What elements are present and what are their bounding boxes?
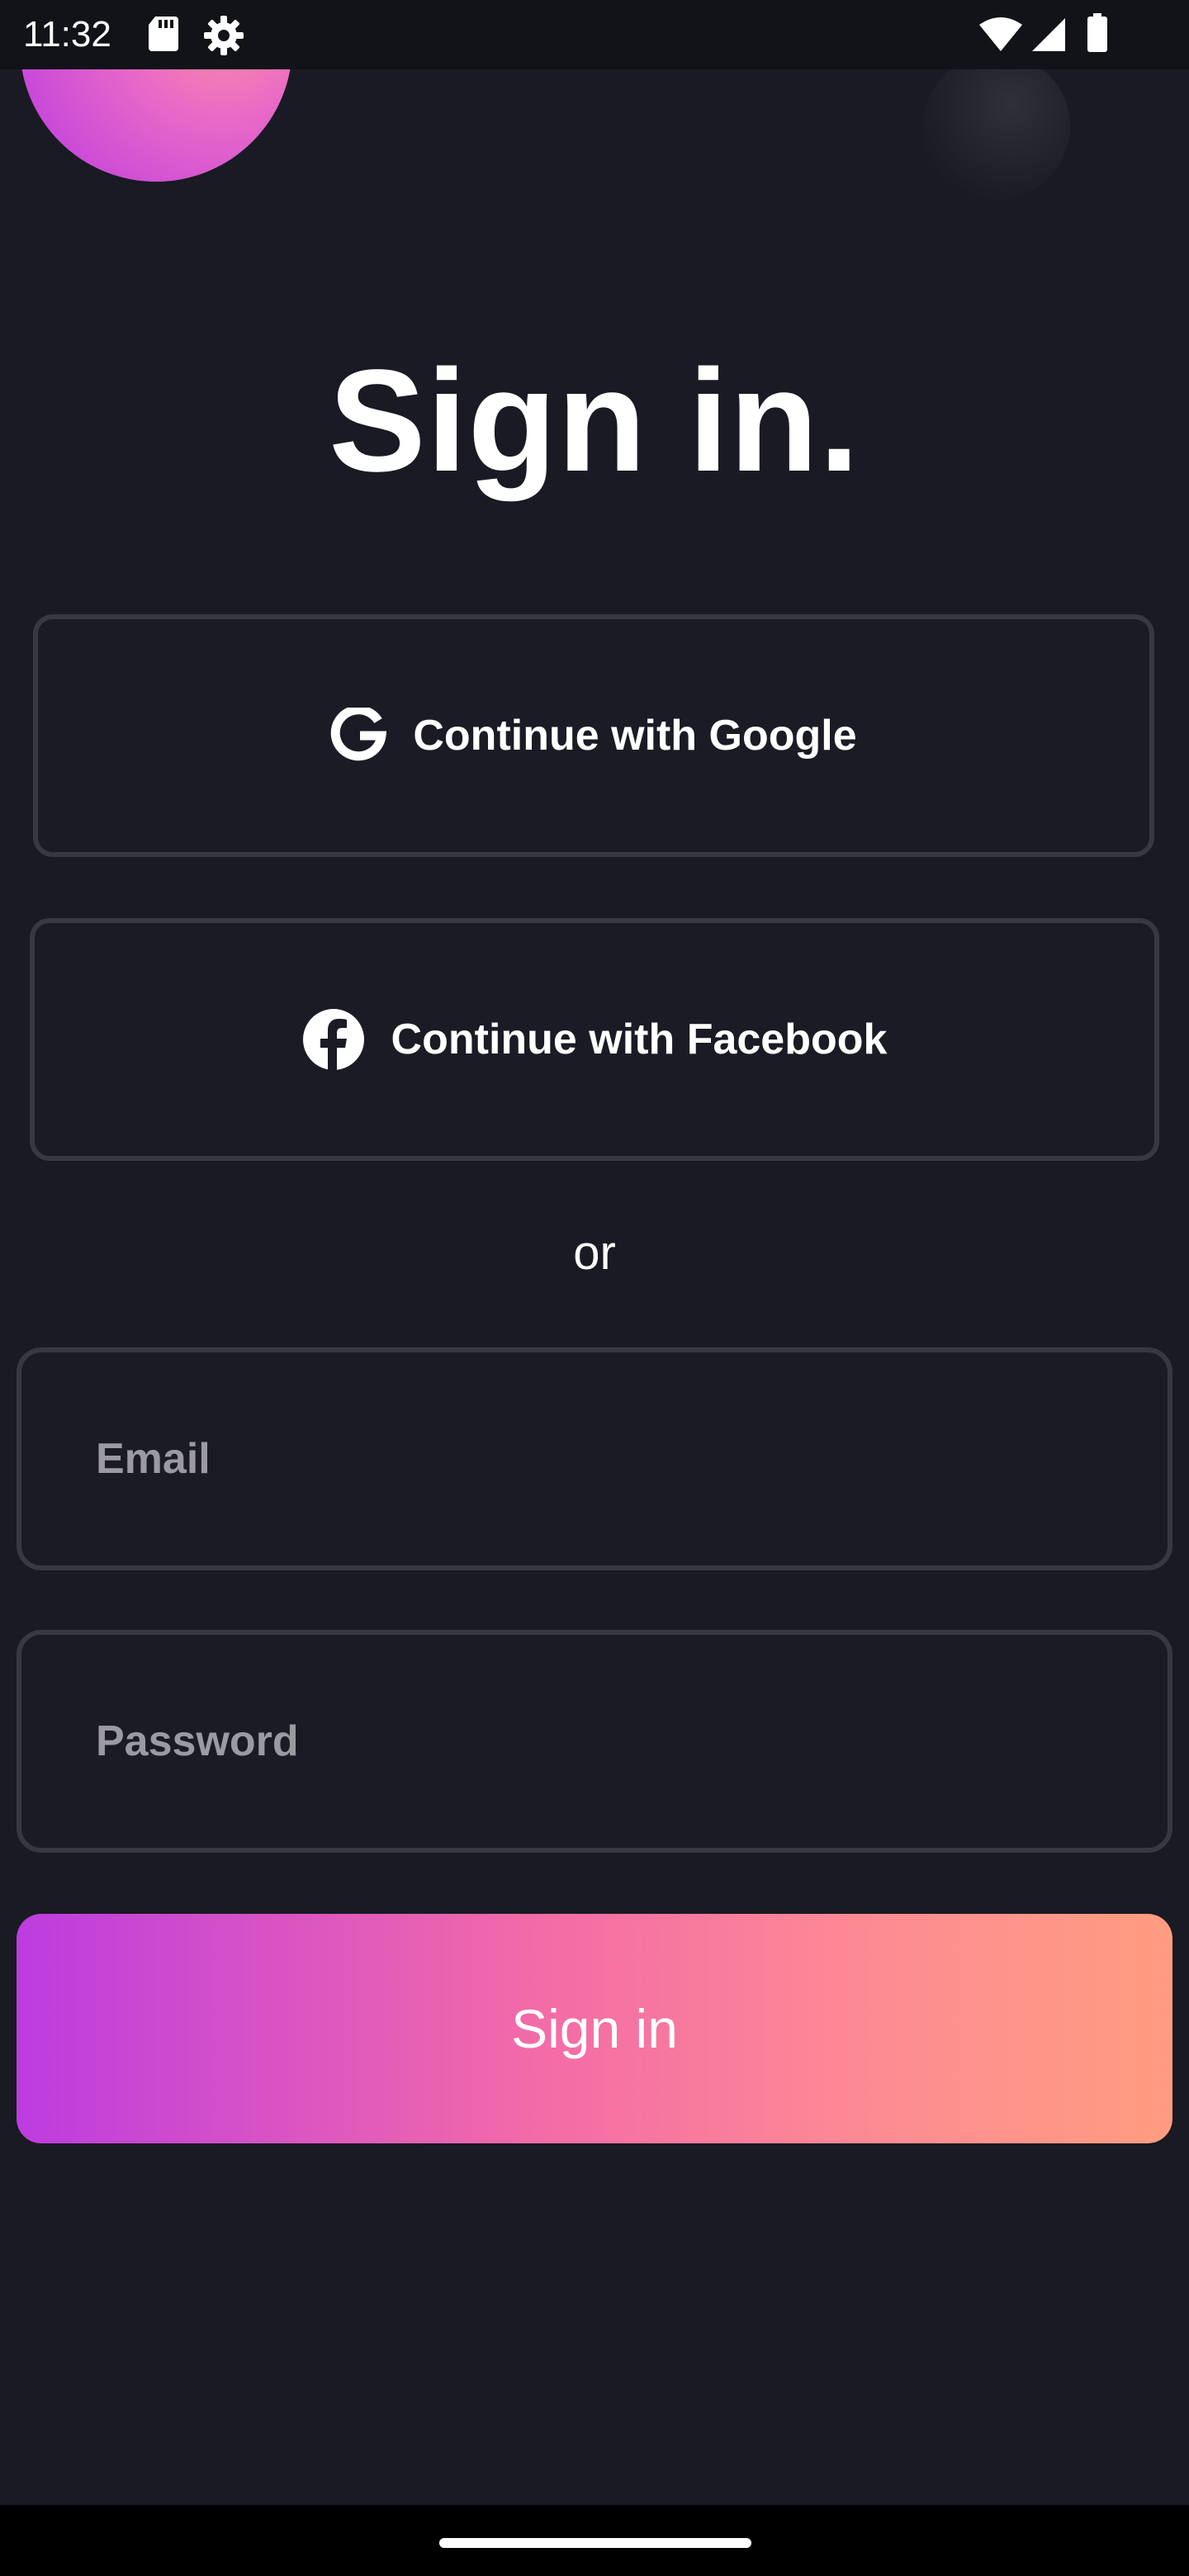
status-bar: 11:32 <box>0 0 1189 69</box>
battery-icon <box>1087 13 1107 52</box>
or-divider: or <box>573 1226 616 1280</box>
sign-in-screen: 11:32 Sign in. Continue with Google Cont… <box>0 0 1189 2576</box>
google-button-label: Continue with Google <box>413 712 857 760</box>
google-icon <box>331 708 387 761</box>
continue-with-facebook-button[interactable]: Continue with Facebook <box>30 918 1159 1161</box>
page-title: Sign in. <box>329 340 860 502</box>
facebook-button-label: Continue with Facebook <box>391 1016 888 1063</box>
wifi-icon <box>979 17 1022 51</box>
home-gesture-handle[interactable] <box>439 2538 751 2548</box>
cell-signal-icon <box>1032 18 1065 51</box>
email-field[interactable] <box>21 1352 1168 1565</box>
facebook-icon <box>302 1009 364 1071</box>
password-field-container <box>17 1630 1172 1853</box>
status-time: 11:32 <box>23 14 111 54</box>
sd-card-icon <box>149 17 178 51</box>
email-field-container <box>17 1347 1172 1570</box>
settings-gear-icon <box>204 16 244 55</box>
password-field[interactable] <box>21 1635 1168 1848</box>
decorative-dark-circle <box>923 53 1070 200</box>
continue-with-google-button[interactable]: Continue with Google <box>33 614 1154 857</box>
navigation-bar <box>0 2505 1189 2576</box>
sign-in-button[interactable]: Sign in <box>17 1914 1172 2143</box>
